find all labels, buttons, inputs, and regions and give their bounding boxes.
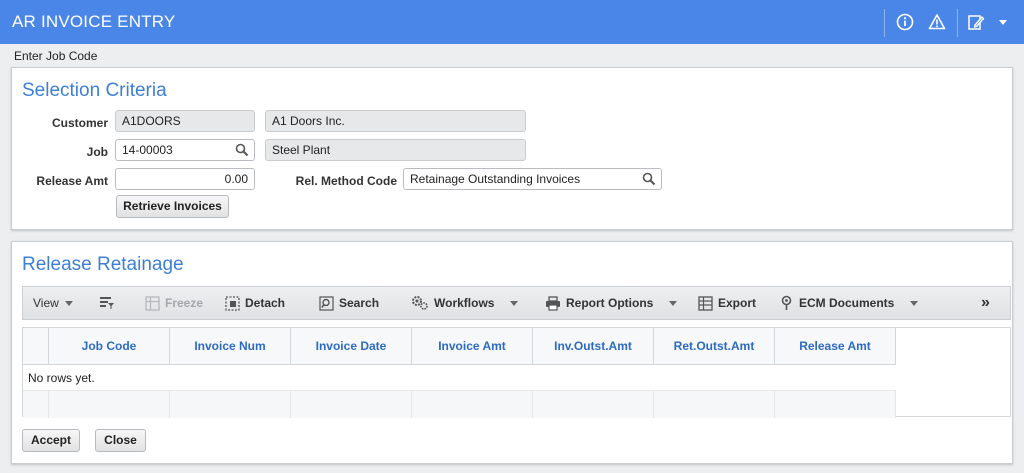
customer-name-field: A1 Doors Inc. xyxy=(265,110,526,132)
column-header[interactable]: Invoice Amt xyxy=(412,328,533,364)
grid-cell xyxy=(49,391,170,418)
freeze-icon xyxy=(145,295,160,311)
freeze-label: Freeze xyxy=(165,296,204,310)
job-label: Job xyxy=(86,145,108,159)
edit-icon[interactable] xyxy=(964,10,988,34)
ecm-documents-label: ECM Documents xyxy=(799,296,895,310)
view-label: View xyxy=(33,296,59,310)
filter-button[interactable] xyxy=(99,287,120,319)
grid-cell xyxy=(412,391,533,418)
toolbar-separator xyxy=(957,9,958,37)
job-name-field: Steel Plant xyxy=(265,139,526,161)
grid-filter-row xyxy=(23,390,896,418)
customer-label: Customer xyxy=(51,116,108,130)
freeze-button[interactable]: Freeze xyxy=(145,287,203,319)
info-icon[interactable] xyxy=(893,10,917,34)
view-menu[interactable]: View xyxy=(33,287,73,319)
release-retainage-panel: Release Retainage View Freeze Detach Sea… xyxy=(11,241,1013,464)
rel-method-label: Rel. Method Code xyxy=(295,174,397,188)
report-options-menu[interactable]: Report Options xyxy=(545,287,678,319)
grid-cell xyxy=(775,391,896,418)
invoice-grid: Job Code Invoice Num Invoice Date Invoic… xyxy=(22,327,1011,418)
column-header[interactable]: Inv.Outst.Amt xyxy=(533,328,654,364)
gear-icon xyxy=(412,296,428,310)
detach-label: Detach xyxy=(245,296,286,310)
empty-grid-message: No rows yet. xyxy=(28,371,95,385)
filter-icon xyxy=(100,297,114,309)
rel-method-value: Retainage Outstanding Invoices xyxy=(410,172,581,186)
export-label: Export xyxy=(718,296,757,310)
grid-header: Job Code Invoice Num Invoice Date Invoic… xyxy=(23,328,896,365)
close-button[interactable]: Close xyxy=(95,429,146,452)
search-icon[interactable] xyxy=(235,143,249,157)
toolbar-separator xyxy=(884,9,885,37)
selection-criteria-panel: Selection Criteria Customer A1DOORS A1 D… xyxy=(11,67,1013,230)
grid-cell xyxy=(533,391,654,418)
search-label: Search xyxy=(339,296,380,310)
job-input[interactable]: 14-00003 xyxy=(115,139,255,161)
title-bar: AR INVOICE ENTRY xyxy=(0,0,1024,44)
search-button[interactable]: Search xyxy=(319,287,379,319)
printer-icon xyxy=(546,295,560,311)
selection-criteria-title: Selection Criteria xyxy=(22,80,167,101)
release-retainage-title: Release Retainage xyxy=(22,254,184,275)
chevron-down-icon xyxy=(910,300,919,306)
warning-icon[interactable] xyxy=(925,10,949,34)
accept-button[interactable]: Accept xyxy=(22,429,80,452)
release-amt-input[interactable]: 0.00 xyxy=(115,168,255,190)
release-amt-label: Release Amt xyxy=(36,174,108,188)
job-input-value: 14-00003 xyxy=(122,143,173,157)
column-header[interactable]: Release Amt xyxy=(775,328,896,364)
detach-icon xyxy=(225,295,240,311)
column-header[interactable]: Invoice Num xyxy=(170,328,291,364)
customer-code-field: A1DOORS xyxy=(115,110,255,132)
export-icon xyxy=(698,295,713,311)
rel-method-input[interactable]: Retainage Outstanding Invoices xyxy=(403,168,662,190)
workflows-menu[interactable]: Workflows xyxy=(411,287,519,319)
page-subtitle: Enter Job Code xyxy=(14,49,98,63)
detach-button[interactable]: Detach xyxy=(225,287,285,319)
chevron-down-icon xyxy=(64,300,73,306)
column-header[interactable]: Invoice Date xyxy=(291,328,412,364)
workflows-label: Workflows xyxy=(434,296,495,310)
more-tools-button[interactable]: » xyxy=(981,287,990,319)
grid-select-column[interactable] xyxy=(23,328,49,364)
retrieve-invoices-button[interactable]: Retrieve Invoices xyxy=(116,195,229,218)
page-title: AR INVOICE ENTRY xyxy=(12,12,176,31)
grid-cell xyxy=(23,391,49,418)
chevron-down-icon xyxy=(669,300,678,306)
column-header[interactable]: Job Code xyxy=(49,328,170,364)
grid-cell xyxy=(291,391,412,418)
column-header[interactable]: Ret.Outst.Amt xyxy=(654,328,775,364)
report-options-label: Report Options xyxy=(566,296,654,310)
caret-down-icon[interactable] xyxy=(991,10,1015,34)
search-icon[interactable] xyxy=(642,172,656,186)
chevron-down-icon xyxy=(510,300,519,306)
grid-toolbar: View Freeze Detach Search Workflows Repo… xyxy=(22,286,1011,320)
attachment-icon xyxy=(781,295,792,310)
search-icon xyxy=(319,295,334,311)
grid-cell xyxy=(654,391,775,418)
export-button[interactable]: Export xyxy=(698,287,756,319)
grid-cell xyxy=(170,391,291,418)
ecm-documents-menu[interactable]: ECM Documents xyxy=(779,287,919,319)
